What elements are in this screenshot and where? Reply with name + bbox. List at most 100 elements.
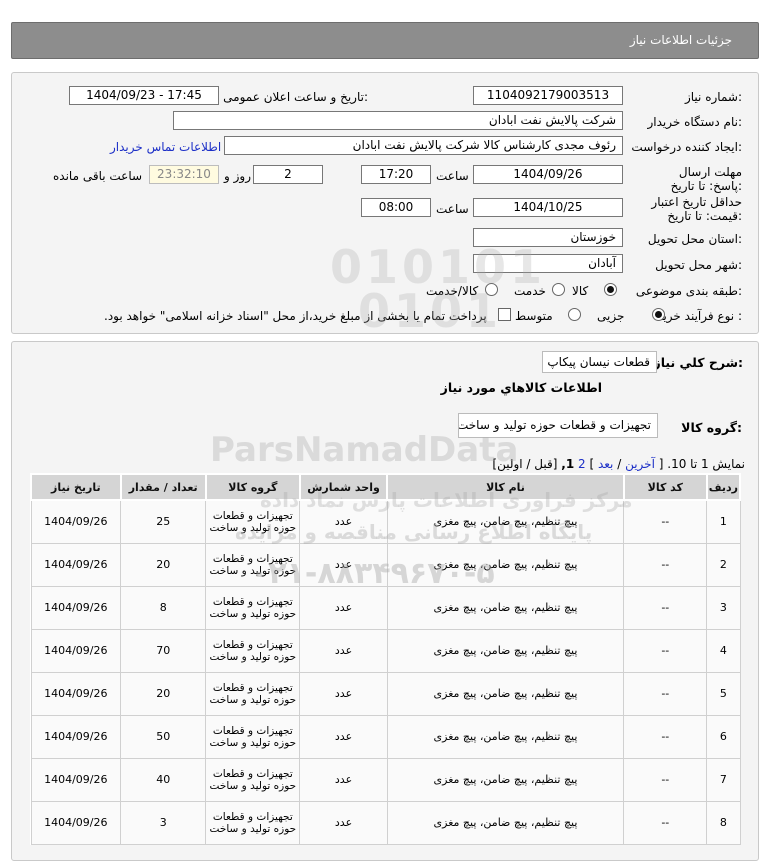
goods-group-label: گروه کالا:: [681, 420, 742, 435]
cell-name: پیچ تنظیم، پیچ ضامن، پیچ مغزی: [386, 542, 625, 587]
cell-date: 1404/09/26: [30, 542, 122, 587]
buyer-org-label: نام دستگاه خریدار:: [647, 115, 743, 129]
cell-index: 2: [706, 542, 741, 587]
cell-index: 4: [706, 628, 741, 673]
cell-group: تجهیزات و قطعات حوزه تولید و ساخت: [205, 585, 301, 630]
requester-field: رئوف مجدی کارشناس کالا شرکت پالایش نفت ا…: [224, 136, 623, 155]
cell-index: 7: [706, 757, 741, 802]
cell-group: تجهیزات و قطعات حوزه تولید و ساخت: [205, 800, 301, 845]
table-row: 6 -- پیچ تنظیم، پیچ ضامن، پیچ مغزی عدد تجهیز…: [30, 714, 741, 759]
city-field: آبادان: [473, 254, 623, 273]
announce-field: 1404/09/23 - 17:45: [69, 86, 219, 105]
cell-unit: عدد: [299, 628, 388, 673]
province-label: استان محل تحویل:: [647, 232, 742, 246]
cell-index: 1: [706, 499, 741, 544]
buyer-contact-link[interactable]: اطلاعات تماس خریدار: [110, 140, 221, 154]
requester-label: ایجاد کننده درخواست:: [631, 140, 742, 154]
cell-group: تجهیزات و قطعات حوزه تولید و ساخت: [205, 628, 301, 673]
col-date: تاریخ نیاز: [30, 473, 122, 501]
cell-date: 1404/09/26: [30, 585, 122, 630]
need-number-label: شماره نیاز:: [684, 90, 742, 104]
goods-group-field: تجهیزات و قطعات حوزه تولید و ساخت: [458, 413, 658, 438]
pager-current-page: 1,: [561, 457, 575, 471]
cell-qty: 70: [120, 628, 207, 673]
cell-date: 1404/09/26: [30, 800, 122, 845]
treasury-payment-note: پرداخت تمام یا بخشی از مبلغ خرید،از محل …: [104, 309, 487, 323]
remaining-label: ساعت باقی مانده: [53, 169, 143, 183]
table-row: 3 -- پیچ تنظیم، پیچ ضامن، پیچ مغزی عدد تجهیز…: [30, 585, 741, 630]
goods-table: ردیف کد کالا نام کالا واحد شمارش گروه کا…: [30, 473, 742, 845]
cell-group: تجهیزات و قطعات حوزه تولید و ساخت: [205, 542, 301, 587]
cell-name: پیچ تنظیم، پیچ ضامن، پیچ مغزی: [386, 499, 625, 544]
cell-code: --: [623, 628, 708, 673]
cell-qty: 50: [120, 714, 207, 759]
cell-unit: عدد: [299, 714, 388, 759]
cell-unit: عدد: [299, 499, 388, 544]
cell-index: 3: [706, 585, 741, 630]
col-unit: واحد شمارش: [298, 473, 389, 501]
col-qty: تعداد / مقدار: [119, 473, 207, 501]
process-radio-minor[interactable]: [652, 308, 665, 321]
city-label: شهر محل تحویل:: [655, 258, 742, 272]
days-label: روز و: [224, 169, 251, 183]
cell-index: 5: [706, 671, 741, 716]
category-goods-service-label: کالا/خدمت: [426, 284, 479, 298]
deadline-time-label: ساعت: [436, 169, 469, 183]
cell-name: پیچ تنظیم، پیچ ضامن، پیچ مغزی: [386, 671, 625, 716]
process-radio-medium[interactable]: [568, 308, 581, 321]
cell-qty: 3: [120, 800, 207, 845]
validity-time-field: 08:00: [361, 198, 431, 217]
cell-qty: 25: [120, 499, 207, 544]
cell-qty: 40: [120, 757, 207, 802]
cell-qty: 20: [120, 542, 207, 587]
pager-last-link[interactable]: آخرین: [625, 457, 655, 471]
col-index: ردیف: [705, 473, 742, 501]
cell-unit: عدد: [299, 757, 388, 802]
cell-group: تجهیزات و قطعات حوزه تولید و ساخت: [205, 714, 301, 759]
cell-name: پیچ تنظیم، پیچ ضامن، پیچ مغزی: [386, 714, 625, 759]
treasury-payment-checkbox[interactable]: [498, 308, 511, 321]
category-service-label: خدمت: [514, 284, 546, 298]
process-minor-label: جزیی: [597, 309, 625, 323]
pager-summary: نمایش 1 تا 10.: [667, 457, 745, 471]
cell-date: 1404/09/26: [30, 757, 122, 802]
category-radio-goods-service[interactable]: [485, 283, 498, 296]
pager-prev-first: [قبل / اولین]: [492, 457, 558, 471]
need-details-panel: شماره نیاز: 1104092179003513 تاریخ و ساع…: [11, 72, 759, 334]
remaining-time-field: 23:32:10: [149, 165, 219, 184]
deadline-time-field: 17:20: [361, 165, 431, 184]
cell-unit: عدد: [299, 585, 388, 630]
pager-next-link[interactable]: بعد: [598, 457, 613, 471]
cell-code: --: [623, 757, 708, 802]
table-row: 7 -- پیچ تنظیم، پیچ ضامن، پیچ مغزی عدد تجهیز…: [30, 757, 741, 802]
pager: نمایش 1 تا 10. [ آخرین / بعد ] 2 1, [قبل…: [492, 457, 745, 471]
process-label: نوع فرآیند خرید :: [657, 309, 742, 323]
need-description-field: قطعات نیسان پیکاپ: [542, 351, 657, 373]
table-row: 5 -- پیچ تنظیم، پیچ ضامن، پیچ مغزی عدد تجهیز…: [30, 671, 741, 716]
cell-date: 1404/09/26: [30, 628, 122, 673]
goods-info-heading: اطلاعات کالاهاي مورد نياز: [440, 380, 602, 395]
need-number-field: 1104092179003513: [473, 86, 623, 105]
need-description-label: شرح کلي نياز:: [653, 355, 744, 370]
category-radio-goods[interactable]: [604, 283, 617, 296]
announce-label: تاریخ و ساعت اعلان عمومی:: [223, 90, 368, 104]
cell-qty: 8: [120, 585, 207, 630]
cell-index: 8: [706, 800, 741, 845]
cell-qty: 20: [120, 671, 207, 716]
cell-unit: عدد: [299, 671, 388, 716]
cell-code: --: [623, 585, 708, 630]
cell-group: تجهیزات و قطعات حوزه تولید و ساخت: [205, 757, 301, 802]
cell-code: --: [623, 499, 708, 544]
category-radio-service[interactable]: [552, 283, 565, 296]
cell-name: پیچ تنظیم، پیچ ضامن، پیچ مغزی: [386, 800, 625, 845]
cell-index: 6: [706, 714, 741, 759]
cell-code: --: [623, 800, 708, 845]
page-header: جزئیات اطلاعات نیاز: [11, 22, 759, 59]
cell-code: --: [623, 542, 708, 587]
cell-unit: عدد: [299, 800, 388, 845]
col-name: نام کالا: [386, 473, 625, 501]
table-row: 1 -- پیچ تنظیم، پیچ ضامن، پیچ مغزی عدد تجهیز…: [30, 499, 741, 544]
cell-group: تجهیزات و قطعات حوزه تولید و ساخت: [205, 499, 301, 544]
pager-page-2-link[interactable]: 2: [578, 457, 586, 471]
validity-date-field: 1404/10/25: [473, 198, 623, 217]
